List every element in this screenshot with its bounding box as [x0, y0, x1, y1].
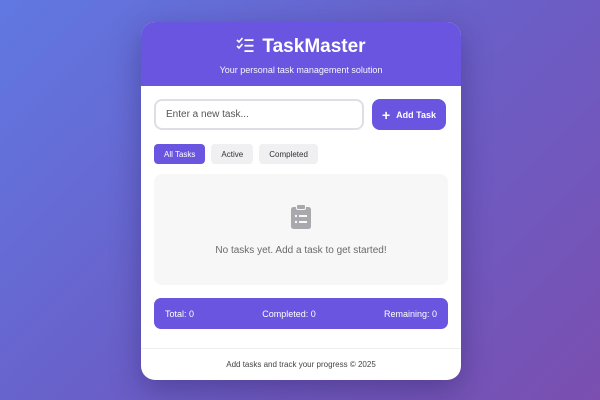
empty-state: No tasks yet. Add a task to get started! [154, 174, 448, 285]
add-task-button[interactable]: + Add Task [372, 99, 446, 130]
filter-completed[interactable]: Completed [259, 144, 318, 164]
new-task-input[interactable] [154, 99, 364, 130]
app-body: + Add Task All Tasks Active Completed No [141, 86, 461, 329]
filter-tabs: All Tasks Active Completed [154, 144, 448, 164]
plus-icon: + [381, 106, 391, 123]
task-list-icon [236, 36, 254, 58]
stats-bar: Total: 0 Completed: 0 Remaining: 0 [154, 298, 448, 329]
app-header: TaskMaster Your personal task management… [141, 22, 461, 86]
app-card: TaskMaster Your personal task management… [141, 22, 461, 380]
add-task-label: Add Task [396, 109, 437, 120]
filter-all-tasks[interactable]: All Tasks [154, 144, 206, 164]
empty-state-text: No tasks yet. Add a task to get started! [215, 244, 387, 256]
title-row: TaskMaster [141, 36, 461, 58]
footer-text: Add tasks and track your progress © 2025 [226, 360, 376, 369]
app-title: TaskMaster [262, 36, 366, 57]
app-footer: Add tasks and track your progress © 2025 [141, 348, 461, 380]
app-subtitle: Your personal task management solution [219, 65, 383, 75]
stat-remaining: Remaining: 0 [383, 308, 437, 319]
clipboard-icon [290, 203, 312, 235]
stat-total: Total: 0 [165, 308, 195, 319]
input-row: + Add Task [154, 99, 448, 130]
stat-completed: Completed: 0 [262, 308, 316, 319]
filter-active[interactable]: Active [211, 144, 254, 164]
